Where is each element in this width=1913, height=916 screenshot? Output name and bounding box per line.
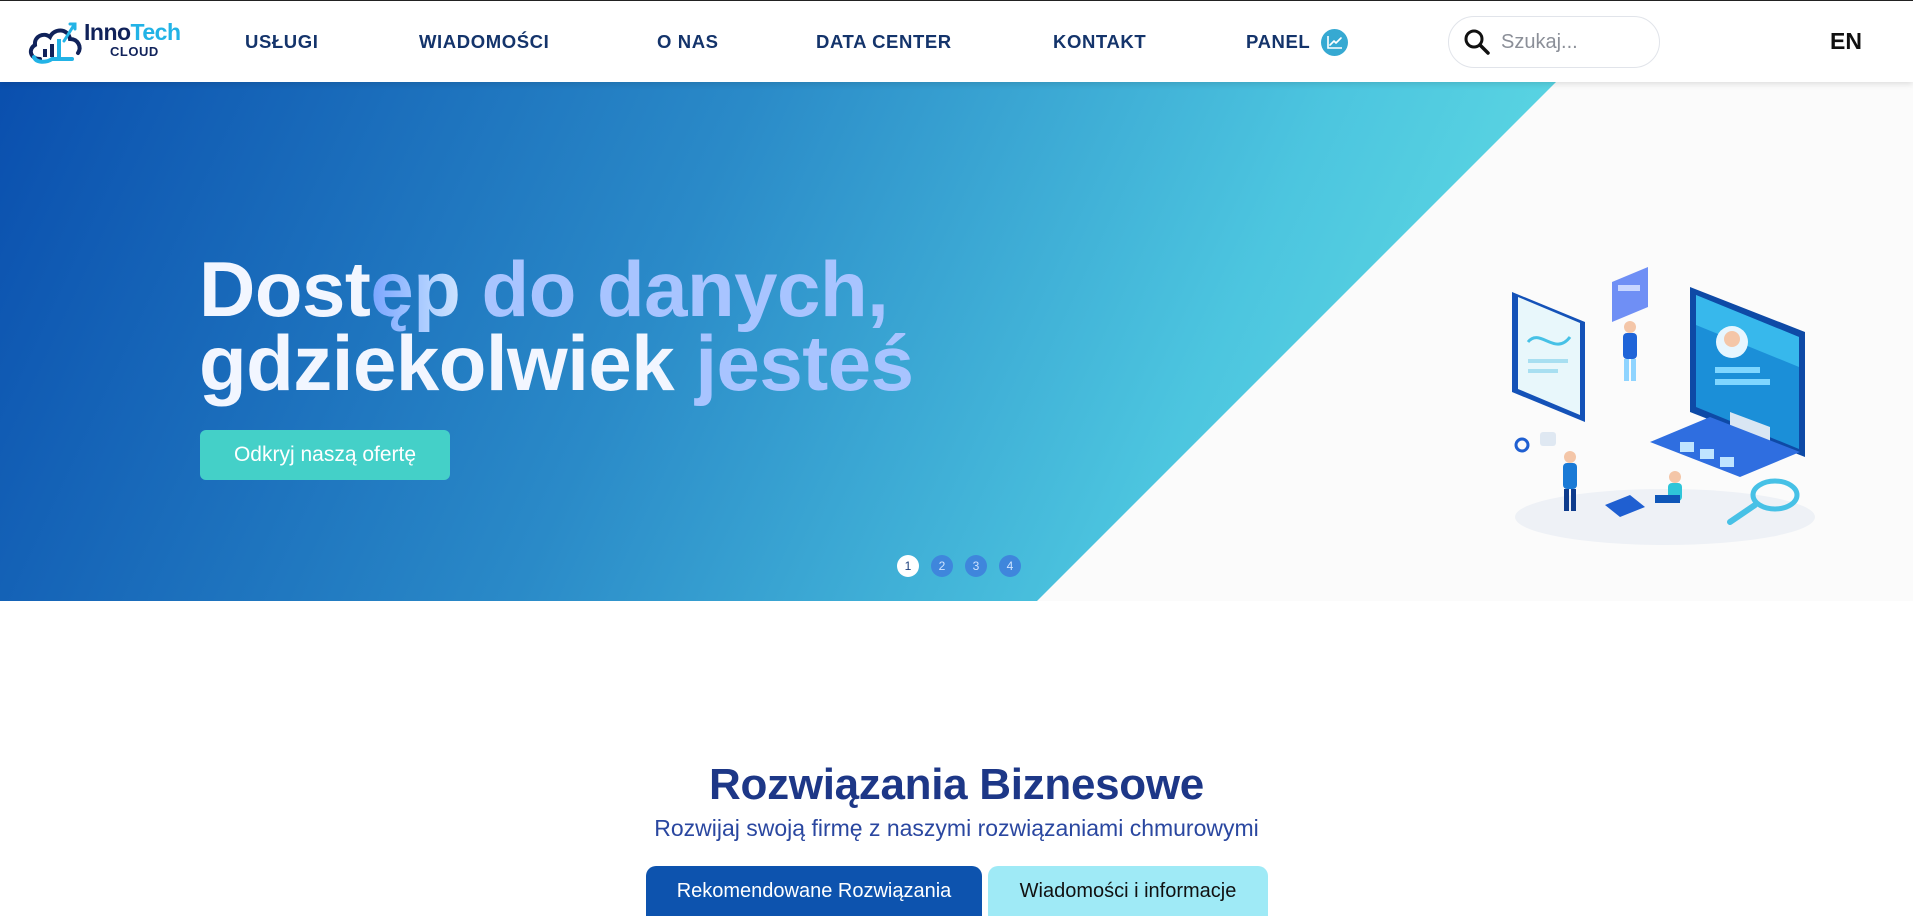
hero-title-line-2: gdziekolwiek jesteś bbox=[199, 324, 914, 402]
logo-wordmark: InnoTech CLOUD bbox=[84, 19, 181, 59]
slider-dot-2[interactable]: 2 bbox=[931, 555, 953, 577]
search-icon bbox=[1464, 29, 1490, 55]
nav-item-label: DATA CENTER bbox=[816, 31, 952, 52]
slider-dot-3[interactable]: 3 bbox=[965, 555, 987, 577]
tab-recommended-solutions[interactable]: Rekomendowane Rozwiązania bbox=[646, 866, 982, 916]
logo-text-inno: Inno bbox=[84, 19, 131, 45]
cloud-chart-logo-icon bbox=[28, 22, 82, 64]
hero-title-segment: jesteś bbox=[695, 319, 914, 407]
nav-item-wiadomosci[interactable]: WIADOMOŚCI bbox=[419, 1, 549, 83]
search-box[interactable] bbox=[1448, 16, 1660, 68]
logo-text-tech: Tech bbox=[130, 19, 181, 45]
nav-item-label: O NAS bbox=[657, 31, 719, 52]
discover-offer-button[interactable]: Odkryj naszą ofertę bbox=[200, 430, 450, 480]
search-input[interactable] bbox=[1501, 30, 1651, 54]
document-board-icon bbox=[1512, 292, 1585, 422]
hero-title: Dostęp do danych, gdziekolwiek jesteś bbox=[199, 250, 914, 402]
nav-item-label: KONTAKT bbox=[1053, 31, 1147, 52]
chart-line-icon bbox=[1321, 28, 1349, 56]
nav-item-data-center[interactable]: DATA CENTER bbox=[816, 1, 952, 83]
nav-item-label: WIADOMOŚCI bbox=[419, 31, 550, 52]
hero-title-line-1: Dostęp do danych, bbox=[199, 250, 913, 328]
slider-dot-4[interactable]: 4 bbox=[999, 555, 1021, 577]
nav-item-label: PANEL bbox=[1246, 31, 1311, 52]
person-icon bbox=[1655, 471, 1682, 503]
hero-banner: Dostęp do danych, gdziekolwiek jesteś Od… bbox=[0, 82, 1913, 601]
nav-item-kontakt[interactable]: KONTAKT bbox=[1053, 1, 1146, 83]
site-header: InnoTech CLOUD USŁUGI WIADOMOŚCI O NAS D… bbox=[0, 0, 1913, 82]
nav-item-o-nas[interactable]: O NAS bbox=[657, 1, 719, 83]
monitor-icon bbox=[1650, 287, 1805, 477]
section-title: Rozwiązania Biznesowe bbox=[709, 760, 1204, 809]
nav-item-panel[interactable]: PANEL bbox=[1246, 1, 1349, 83]
isometric-data-illustration bbox=[1512, 267, 1815, 545]
person-icon bbox=[1623, 321, 1637, 381]
language-switch[interactable]: EN bbox=[1830, 28, 1862, 55]
nav-item-uslugi[interactable]: USŁUGI bbox=[245, 1, 319, 83]
tab-news-and-info[interactable]: Wiadomości i informacje bbox=[988, 866, 1268, 916]
logo[interactable]: InnoTech CLOUD bbox=[26, 19, 196, 65]
hero-title-segment: gdziekolwiek bbox=[199, 319, 696, 407]
logo-text-cloud: CLOUD bbox=[110, 44, 159, 59]
section-subtitle: Rozwijaj swoją firmę z naszymi rozwiązan… bbox=[654, 815, 1259, 841]
slider-pagination: 1 2 3 4 bbox=[897, 555, 1021, 577]
slider-dot-1[interactable]: 1 bbox=[897, 555, 919, 577]
nav-item-label: USŁUGI bbox=[245, 31, 319, 52]
